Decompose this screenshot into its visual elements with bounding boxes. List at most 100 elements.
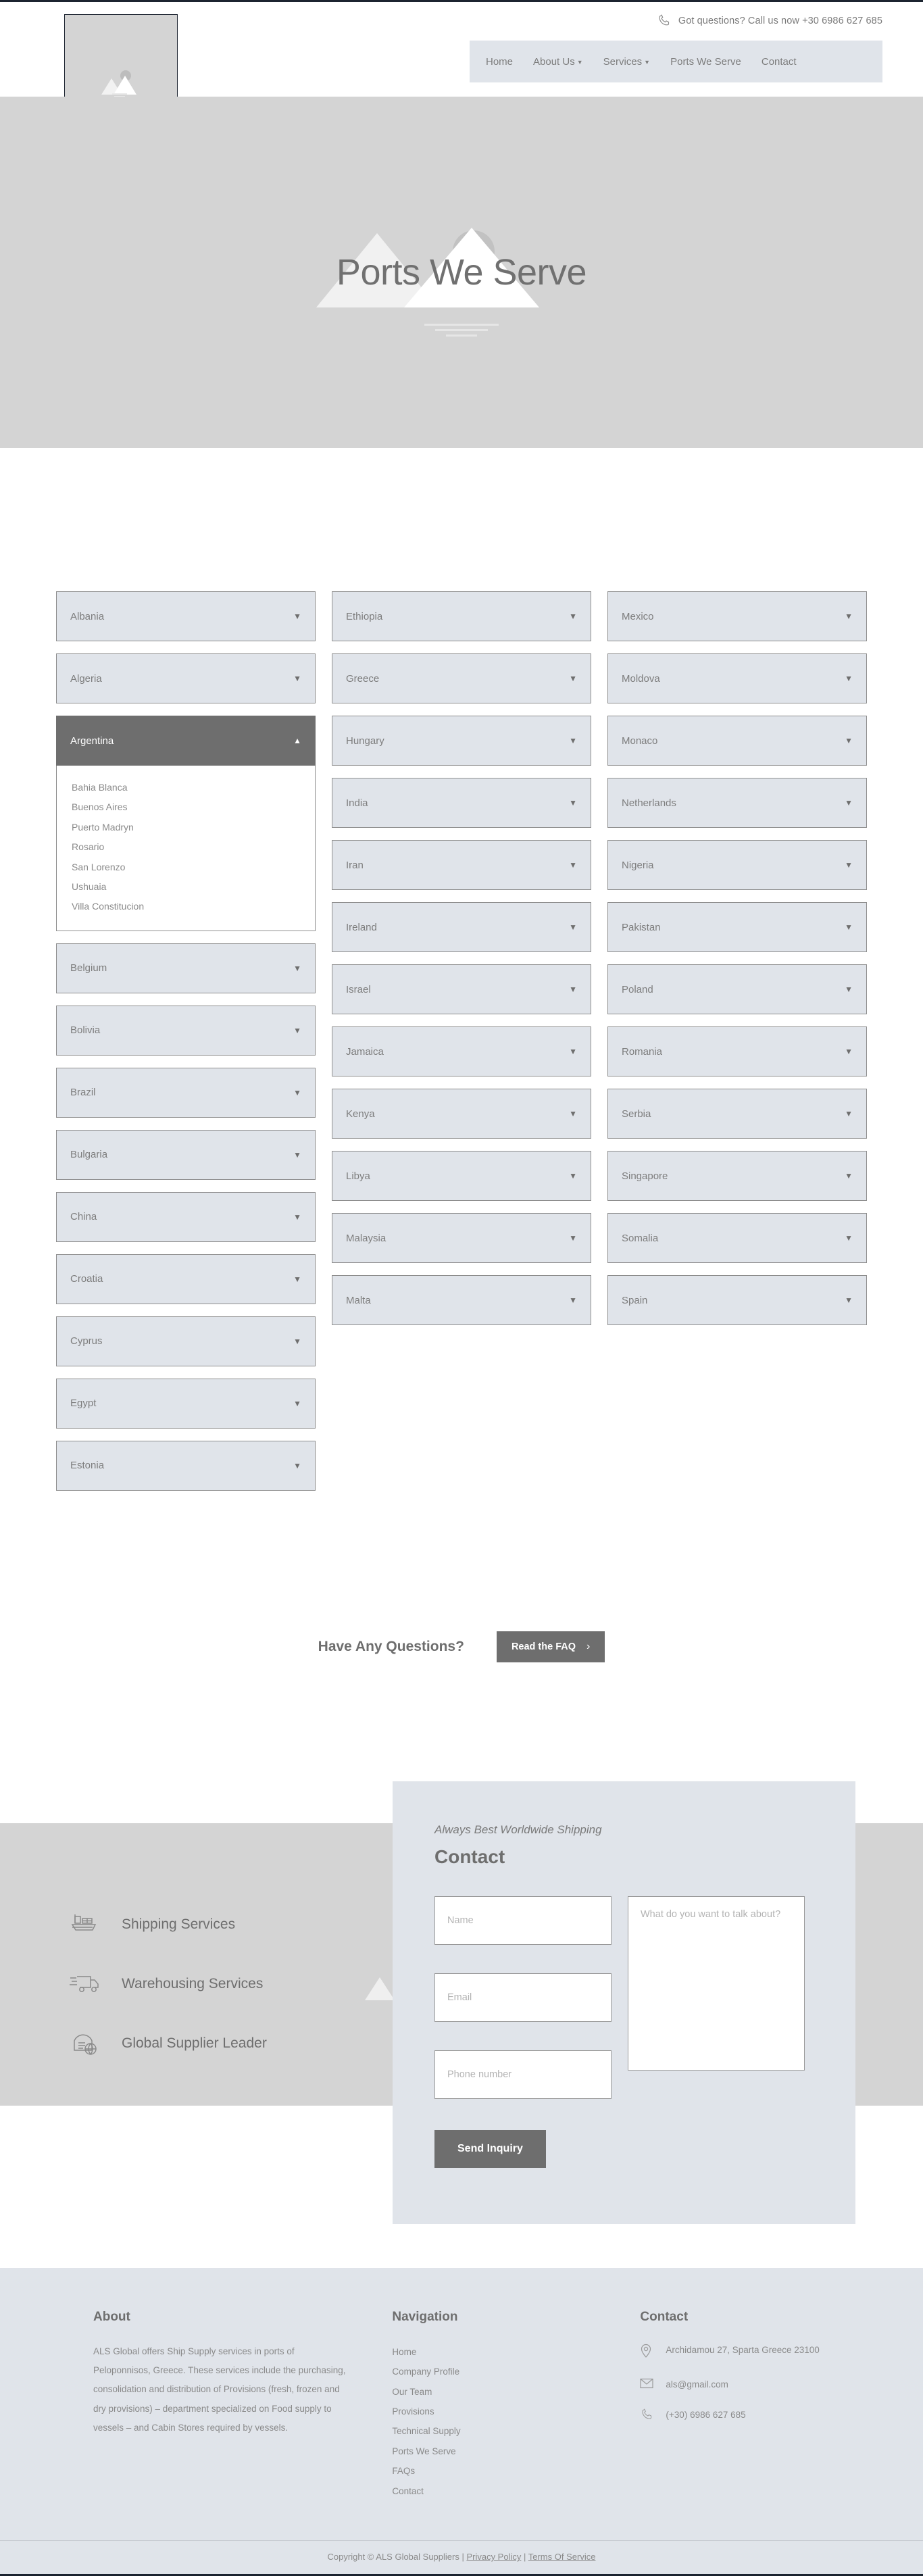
accordion-header-india[interactable]: India ▼: [332, 778, 591, 828]
chevron-right-icon: ›: [587, 1640, 591, 1652]
accordion-header-netherlands[interactable]: Netherlands ▼: [607, 778, 867, 828]
accordion-item: Iran ▼: [332, 840, 591, 890]
port-list-item[interactable]: Ushuaia: [72, 877, 300, 897]
accordion-header-kenya[interactable]: Kenya ▼: [332, 1089, 591, 1139]
accordion-header-estonia[interactable]: Estonia ▼: [56, 1440, 316, 1491]
accordion-item: Malaysia ▼: [332, 1213, 591, 1263]
footer-nav-item-ports-we-serve[interactable]: Ports We Serve: [392, 2442, 640, 2461]
accordion-header-libya[interactable]: Libya ▼: [332, 1151, 591, 1201]
accordion-header-serbia[interactable]: Serbia ▼: [607, 1089, 867, 1139]
accordion-item: Nigeria ▼: [607, 840, 867, 890]
accordion-header-somalia[interactable]: Somalia ▼: [607, 1213, 867, 1263]
accordion-header-iran[interactable]: Iran ▼: [332, 840, 591, 890]
chevron-down-icon: ▼: [293, 1149, 301, 1160]
accordion-country-label: Bolivia: [70, 1024, 101, 1037]
terms-of-service-link[interactable]: Terms Of Service: [528, 2552, 596, 2562]
footer-nav-item-faqs[interactable]: FAQs: [392, 2461, 640, 2481]
accordion-header-malta[interactable]: Malta ▼: [332, 1275, 591, 1325]
accordion-header-belgium[interactable]: Belgium ▼: [56, 943, 316, 993]
footer-email-row[interactable]: als@gmail.com: [640, 2377, 850, 2395]
message-field[interactable]: [628, 1896, 805, 2071]
accordion-header-singapore[interactable]: Singapore ▼: [607, 1151, 867, 1201]
accordion-header-nigeria[interactable]: Nigeria ▼: [607, 840, 867, 890]
accordion-item: Ethiopia ▼: [332, 591, 591, 641]
service-label: Global Supplier Leader: [122, 2035, 267, 2051]
accordion-header-jamaica[interactable]: Jamaica ▼: [332, 1026, 591, 1076]
email-field[interactable]: [434, 1973, 612, 2022]
nav-item-services[interactable]: Services ▼: [603, 56, 650, 68]
accordion-country-label: Brazil: [70, 1087, 96, 1099]
footer-nav-item-provisions[interactable]: Provisions: [392, 2402, 640, 2421]
header-phone[interactable]: Got questions? Call us now +30 6986 627 …: [657, 14, 882, 28]
port-list-item[interactable]: Bahia Blanca: [72, 778, 300, 797]
nav-item-about-us[interactable]: About Us ▼: [533, 56, 583, 68]
accordion-item: Israel ▼: [332, 964, 591, 1014]
accordion-header-albania[interactable]: Albania ▼: [56, 591, 316, 641]
service-item-warehousing[interactable]: Warehousing Services: [68, 1969, 267, 1999]
accordion-header-egypt[interactable]: Egypt ▼: [56, 1378, 316, 1429]
accordion-header-israel[interactable]: Israel ▼: [332, 964, 591, 1014]
accordion-header-brazil[interactable]: Brazil ▼: [56, 1067, 316, 1118]
footer-nav-item-contact[interactable]: Contact: [392, 2481, 640, 2501]
nav-item-label: About Us: [533, 55, 575, 68]
location-pin-icon: [640, 2342, 655, 2364]
accordion-header-algeria[interactable]: Algeria ▼: [56, 653, 316, 703]
phone-field[interactable]: [434, 2050, 612, 2099]
accordion-header-pakistan[interactable]: Pakistan ▼: [607, 902, 867, 952]
main-navigation: Home About Us ▼ Services ▼ Ports We Serv…: [470, 41, 882, 82]
ports-columns: Albania ▼ Algeria ▼ Argentina ▲ Bahia Bl…: [56, 591, 867, 1503]
footer-address-text: Archidamou 27, Sparta Greece 23100: [666, 2344, 820, 2355]
service-item-shipping[interactable]: Shipping Services: [68, 1910, 267, 1939]
send-inquiry-button[interactable]: Send Inquiry: [434, 2129, 546, 2168]
accordion-header-greece[interactable]: Greece ▼: [332, 653, 591, 703]
nav-item-home[interactable]: Home: [486, 56, 513, 68]
port-list-item[interactable]: Puerto Madryn: [72, 818, 300, 837]
accordion-header-croatia[interactable]: Croatia ▼: [56, 1254, 316, 1304]
accordion-header-cyprus[interactable]: Cyprus ▼: [56, 1316, 316, 1366]
name-field[interactable]: [434, 1896, 612, 1945]
accordion-country-label: Malta: [346, 1294, 371, 1306]
footer-phone-row[interactable]: (+30) 6986 627 685: [640, 2407, 850, 2427]
nav-item-contact[interactable]: Contact: [762, 56, 797, 68]
service-item-global-supplier[interactable]: Global Supplier Leader: [68, 2029, 267, 2058]
accordion-header-bolivia[interactable]: Bolivia ▼: [56, 1005, 316, 1056]
site-logo-placeholder[interactable]: [64, 14, 178, 102]
read-faq-button[interactable]: Read the FAQ ›: [496, 1631, 605, 1662]
privacy-policy-link[interactable]: Privacy Policy: [466, 2552, 521, 2562]
footer-nav-item-company-profile[interactable]: Company Profile: [392, 2362, 640, 2381]
nav-item-ports-we-serve[interactable]: Ports We Serve: [670, 56, 741, 68]
accordion-country-label: Ireland: [346, 921, 377, 933]
accordion-header-poland[interactable]: Poland ▼: [607, 964, 867, 1014]
accordion-header-ireland[interactable]: Ireland ▼: [332, 902, 591, 952]
accordion-header-china[interactable]: China ▼: [56, 1191, 316, 1242]
accordion-header-spain[interactable]: Spain ▼: [607, 1275, 867, 1325]
accordion-country-label: Nigeria: [622, 859, 654, 871]
port-list-item[interactable]: Villa Constitucion: [72, 897, 300, 916]
chevron-down-icon: ▼: [293, 612, 301, 621]
footer-nav-item-technical-supply[interactable]: Technical Supply: [392, 2421, 640, 2441]
hero-banner: Ports We Serve: [0, 97, 923, 448]
accordion-header-mexico[interactable]: Mexico ▼: [607, 591, 867, 641]
accordion-header-moldova[interactable]: Moldova ▼: [607, 653, 867, 703]
accordion-header-monaco[interactable]: Monaco ▼: [607, 716, 867, 766]
accordion-item: Somalia ▼: [607, 1213, 867, 1263]
port-list-item[interactable]: Rosario: [72, 837, 300, 857]
footer-nav-item-home[interactable]: Home: [392, 2342, 640, 2362]
footer-about-text: ALS Global offers Ship Supply services i…: [93, 2346, 346, 2433]
accordion-header-malaysia[interactable]: Malaysia ▼: [332, 1213, 591, 1263]
ports-column-3: Mexico ▼ Moldova ▼ Monaco ▼ Netherlands: [607, 591, 867, 1337]
accordion-header-ethiopia[interactable]: Ethiopia ▼: [332, 591, 591, 641]
accordion-item: Moldova ▼: [607, 653, 867, 703]
copyright-bar: Copyright © ALS Global Suppliers | Priva…: [0, 2540, 923, 2574]
accordion-item: Estonia ▼: [56, 1440, 316, 1491]
accordion-header-bulgaria[interactable]: Bulgaria ▼: [56, 1129, 316, 1180]
accordion-header-hungary[interactable]: Hungary ▼: [332, 716, 591, 766]
footer-nav-item-our-team[interactable]: Our Team: [392, 2382, 640, 2402]
accordion-header-romania[interactable]: Romania ▼: [607, 1026, 867, 1076]
accordion-country-label: Libya: [346, 1170, 370, 1182]
port-list-item[interactable]: San Lorenzo: [72, 858, 300, 877]
chevron-down-icon: ▼: [845, 1047, 853, 1056]
accordion-header-argentina[interactable]: Argentina ▲: [56, 716, 316, 766]
port-list-item[interactable]: Buenos Aires: [72, 797, 300, 817]
nav-item-label: Contact: [761, 55, 797, 68]
